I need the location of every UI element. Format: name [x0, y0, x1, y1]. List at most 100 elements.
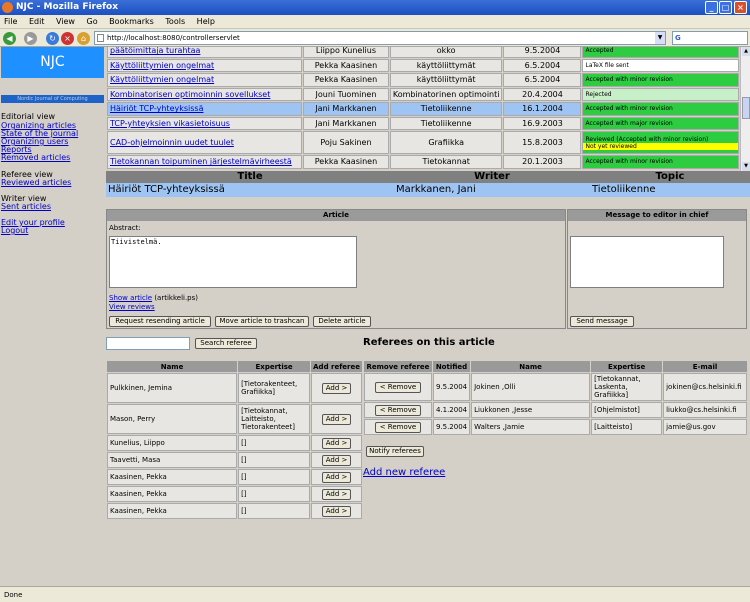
article-title-link[interactable]: Kombinatorisen optimoinnin sovellukset: [110, 90, 270, 99]
remove-referee-button[interactable]: < Remove: [374, 421, 422, 433]
add-referee-button[interactable]: Add >: [321, 471, 352, 483]
article-row[interactable]: Tietokannan toipuminen järjestelmävirhee…: [107, 155, 739, 169]
selected-topic: Tietoliikenne: [592, 184, 656, 195]
link-logout[interactable]: Logout: [1, 227, 28, 235]
article-row[interactable]: CAD-ohjelmoinnin uudet tuulet Poju Sakin…: [107, 131, 739, 154]
article-row[interactable]: Kombinatorisen optimoinnin sovellukset J…: [107, 87, 739, 101]
article-topic: Tietokannat: [389, 155, 503, 169]
article-title[interactable]: Käyttöliittymien ongelmat: [107, 58, 303, 72]
add-referee-button[interactable]: Add >: [321, 488, 352, 500]
menu-edit[interactable]: Edit: [29, 17, 45, 26]
article-title-link[interactable]: Käyttöliittymien ongelmat: [110, 61, 214, 70]
maximize-button[interactable]: □: [719, 1, 732, 14]
close-button[interactable]: ×: [734, 1, 747, 14]
view-reviews-link[interactable]: View reviews: [109, 303, 155, 311]
article-title[interactable]: Tietokannan toipuminen järjestelmävirhee…: [107, 155, 303, 169]
article-title[interactable]: Kombinatorisen optimoinnin sovellukset: [107, 87, 303, 101]
menu-file[interactable]: File: [4, 17, 17, 26]
add-referee-button[interactable]: Add >: [321, 437, 352, 449]
referee-name: Liukkonen ,Jesse: [471, 402, 591, 418]
article-title-link[interactable]: TCP-yhteyksien vikasietoisuus: [110, 119, 230, 128]
article-status: Accepted with major revision: [582, 116, 739, 130]
delete-article-button[interactable]: Delete article: [313, 316, 371, 327]
send-message-button[interactable]: Send message: [570, 316, 634, 327]
link-sent-articles[interactable]: Sent articles: [1, 203, 51, 211]
articles-table: päätöimittaja turahtaa Liippo Kunelius o…: [106, 47, 740, 170]
add-referee-button[interactable]: Add >: [321, 505, 352, 517]
article-title[interactable]: Käyttöliittymien ongelmat: [107, 73, 303, 87]
add-new-referee-link[interactable]: Add new referee: [363, 467, 445, 478]
selected-writer: Markkanen, Jani: [396, 184, 476, 195]
reload-icon[interactable]: ↻: [46, 32, 59, 45]
article-title-link[interactable]: Häiriöt TCP-yhteyksissä: [110, 104, 203, 113]
article-date: 6.5.2004: [503, 73, 582, 87]
menu-view[interactable]: View: [56, 17, 75, 26]
article-row[interactable]: Käyttöliittymien ongelmat Pekka Kaasinen…: [107, 58, 739, 72]
referee-search-input[interactable]: [106, 337, 190, 350]
col-expertise: Expertise: [591, 361, 663, 372]
back-icon[interactable]: ◀: [3, 32, 16, 45]
article-row[interactable]: Käyttöliittymien ongelmat Pekka Kaasinen…: [107, 73, 739, 87]
remove-referee-button[interactable]: < Remove: [374, 381, 422, 393]
menu-tools[interactable]: Tools: [165, 17, 185, 26]
add-referee-button[interactable]: Add >: [321, 454, 352, 466]
available-referees-table: Name Expertise Add referee Pulkkinen, Je…: [106, 360, 363, 520]
show-article-link[interactable]: Show article: [109, 294, 152, 302]
add-referee-button[interactable]: Add >: [321, 413, 352, 425]
move-to-trashcan-button[interactable]: Move article to trashcan: [215, 316, 309, 327]
article-title[interactable]: päätöimittaja turahtaa: [107, 47, 303, 58]
article-topic: okko: [389, 47, 503, 58]
link-removed-articles[interactable]: Removed articles: [1, 154, 70, 162]
referee-notified: 9.5.2004: [432, 373, 471, 401]
message-textarea[interactable]: [570, 236, 724, 288]
col-notified: Notified: [432, 361, 471, 372]
article-writer: Liippo Kunelius: [303, 47, 389, 58]
article-row[interactable]: TCP-yhteyksien vikasietoisuus Jani Markk…: [107, 116, 739, 130]
scroll-thumb[interactable]: [742, 97, 750, 119]
article-title-link[interactable]: Käyttöliittymien ongelmat: [110, 75, 214, 84]
request-resend-button[interactable]: Request resending article: [109, 316, 211, 327]
article-title-link[interactable]: päätöimittaja turahtaa: [110, 47, 200, 55]
menu-help[interactable]: Help: [197, 17, 215, 26]
url-bar[interactable]: http://localhost:8080/controllerservlet …: [94, 31, 666, 45]
status-text: Reviewed (Accepted with minor revision): [585, 135, 709, 143]
article-title[interactable]: Häiriöt TCP-yhteyksissä: [107, 102, 303, 116]
article-title-link[interactable]: Tietokannan toipuminen järjestelmävirhee…: [110, 157, 292, 166]
add-referee-button[interactable]: Add >: [321, 382, 352, 394]
header-writer: Writer: [474, 171, 510, 182]
search-referee-button[interactable]: Search referee: [195, 338, 257, 349]
forward-icon[interactable]: ▶: [24, 32, 37, 45]
home-icon[interactable]: ⌂: [77, 32, 90, 45]
url-dropdown-icon[interactable]: ▼: [655, 32, 665, 44]
abstract-textarea[interactable]: Tiivistelmä.: [109, 236, 357, 288]
article-row[interactable]: päätöimittaja turahtaa Liippo Kunelius o…: [107, 47, 739, 58]
article-status: Accepted with minor revision: [582, 155, 739, 169]
article-date: 6.5.2004: [503, 58, 582, 72]
statusbar: Done: [0, 586, 750, 602]
notify-referees-button[interactable]: Notify referees: [366, 446, 424, 457]
article-title[interactable]: CAD-ohjelmoinnin uudet tuulet: [107, 131, 303, 154]
article-title[interactable]: TCP-yhteyksien vikasietoisuus: [107, 116, 303, 130]
menu-bookmarks[interactable]: Bookmarks: [109, 17, 154, 26]
minimize-button[interactable]: _: [705, 1, 718, 14]
referee-expertise: [Tietokannat, Laskenta, Grafiikka]: [591, 373, 663, 401]
articles-scrollbar[interactable]: ▲ ▼: [740, 47, 750, 171]
remove-referee-button[interactable]: < Remove: [374, 404, 422, 416]
search-box[interactable]: G: [672, 31, 748, 45]
available-referee-row: Pulkkinen, Jemina [Tietorakenteet, Grafi…: [107, 373, 362, 403]
article-date: 9.5.2004: [503, 47, 582, 58]
article-row[interactable]: Häiriöt TCP-yhteyksissä Jani Markkanen T…: [107, 102, 739, 116]
article-title-link[interactable]: CAD-ohjelmoinnin uudet tuulet: [110, 138, 234, 147]
article-topic: Kombinatorinen optimointi: [389, 87, 503, 101]
article-writer: Jani Markkanen: [303, 102, 389, 116]
menu-go[interactable]: Go: [87, 17, 98, 26]
menubar: File Edit View Go Bookmarks Tools Help: [0, 15, 750, 29]
link-reviewed-articles[interactable]: Reviewed articles: [1, 179, 71, 187]
article-date: 15.8.2003: [503, 131, 582, 154]
available-referee-row: Kaasinen, Pekka [] Add >: [107, 486, 362, 502]
stop-icon[interactable]: ×: [61, 32, 74, 45]
referee-name: Kunelius, Liippo: [107, 435, 238, 451]
scroll-up-icon[interactable]: ▲: [742, 47, 750, 56]
scroll-down-icon[interactable]: ▼: [742, 162, 750, 171]
referee-email: liukko@cs.helsinki.fi: [663, 402, 747, 418]
